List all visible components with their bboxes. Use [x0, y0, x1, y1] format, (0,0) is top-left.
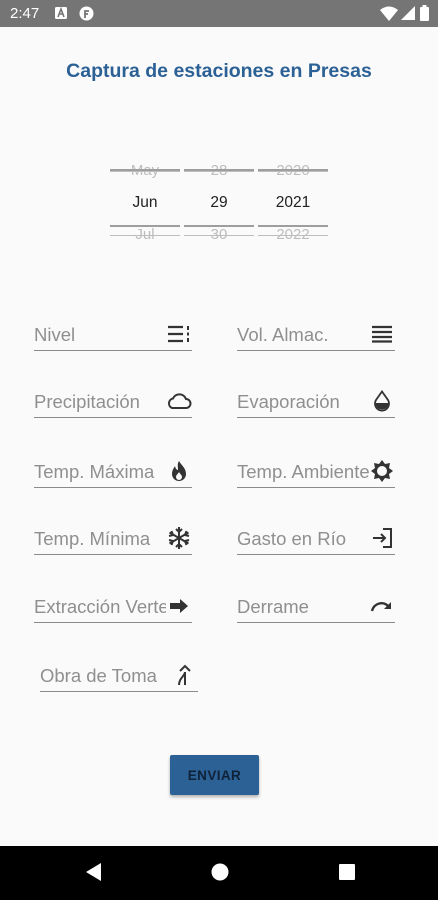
- month-prev[interactable]: May: [110, 155, 180, 187]
- month-current[interactable]: Jun: [110, 187, 180, 219]
- signal-icon: [401, 6, 415, 20]
- drop-icon: [369, 389, 395, 413]
- arrow-right-icon: [166, 594, 192, 618]
- picker-divider: [258, 169, 328, 171]
- gasto-rio-field[interactable]: Gasto en Río: [237, 522, 395, 555]
- extraccion-placeholder: Extracción Vertedor: [34, 596, 166, 617]
- notification-f-icon: [79, 6, 94, 21]
- recents-icon[interactable]: [338, 862, 356, 887]
- wifi-icon: [380, 6, 398, 21]
- obra-toma-placeholder: Obra de Toma: [40, 665, 157, 686]
- cloud-icon: [166, 389, 192, 413]
- temp-minima-placeholder: Temp. Mínima: [34, 528, 151, 549]
- year-picker[interactable]: 2020 2021 2022: [258, 155, 328, 251]
- send-button[interactable]: ENVIAR: [170, 755, 259, 795]
- precipitacion-placeholder: Precipitación: [34, 391, 140, 412]
- obra-toma-field[interactable]: Obra de Toma: [40, 659, 198, 692]
- battery-icon: [420, 5, 429, 21]
- navigation-bar: [0, 846, 438, 900]
- gasto-rio-placeholder: Gasto en Río: [237, 528, 347, 549]
- merge-icon: [172, 663, 198, 687]
- picker-divider: [110, 169, 180, 171]
- back-icon[interactable]: [84, 862, 102, 887]
- home-icon[interactable]: [210, 862, 230, 887]
- temp-maxima-placeholder: Temp. Máxima: [34, 461, 155, 482]
- picker-divider: [184, 225, 254, 227]
- temp-ambiente-placeholder: Temp. Ambiente: [237, 461, 369, 482]
- vol-almac-placeholder: Vol. Almac.: [237, 324, 329, 345]
- login-arrow-icon: [369, 526, 395, 550]
- status-bar: 2:47: [0, 0, 438, 27]
- evaporacion-placeholder: Evaporación: [237, 391, 340, 412]
- extraccion-field[interactable]: Extracción Vertedor: [34, 590, 192, 623]
- year-prev[interactable]: 2020: [258, 155, 328, 187]
- derrame-field[interactable]: Derrame: [237, 590, 395, 623]
- vol-almac-field[interactable]: Vol. Almac.: [237, 318, 395, 351]
- temp-minima-field[interactable]: Temp. Mínima: [34, 522, 192, 555]
- precipitacion-field[interactable]: Precipitación: [34, 385, 192, 418]
- fire-icon: [166, 459, 192, 483]
- picker-divider: [110, 225, 180, 227]
- picker-divider: [258, 225, 328, 227]
- temp-maxima-field[interactable]: Temp. Máxima: [34, 455, 192, 488]
- temp-ambiente-field[interactable]: Temp. Ambiente: [237, 455, 395, 488]
- day-next[interactable]: 30: [184, 219, 254, 251]
- list-icon: [166, 322, 192, 346]
- day-picker[interactable]: 28 29 30: [184, 155, 254, 251]
- evaporacion-field[interactable]: Evaporación: [237, 385, 395, 418]
- month-picker[interactable]: May Jun Jul: [110, 155, 180, 251]
- picker-divider: [184, 169, 254, 171]
- sun-icon: [369, 459, 395, 483]
- notification-a-icon: [54, 6, 68, 20]
- year-next[interactable]: 2022: [258, 219, 328, 251]
- page-title: Captura de estaciones en Presas: [66, 60, 372, 82]
- day-prev[interactable]: 28: [184, 155, 254, 187]
- status-time: 2:47: [10, 5, 40, 22]
- nivel-placeholder: Nivel: [34, 324, 76, 345]
- derrame-placeholder: Derrame: [237, 596, 309, 617]
- storage-lines-icon: [369, 322, 395, 346]
- redo-arrow-icon: [369, 594, 395, 618]
- month-next[interactable]: Jul: [110, 219, 180, 251]
- nivel-field[interactable]: Nivel: [34, 318, 192, 351]
- year-current[interactable]: 2021: [258, 187, 328, 219]
- day-current[interactable]: 29: [184, 187, 254, 219]
- snowflake-icon: [166, 526, 192, 550]
